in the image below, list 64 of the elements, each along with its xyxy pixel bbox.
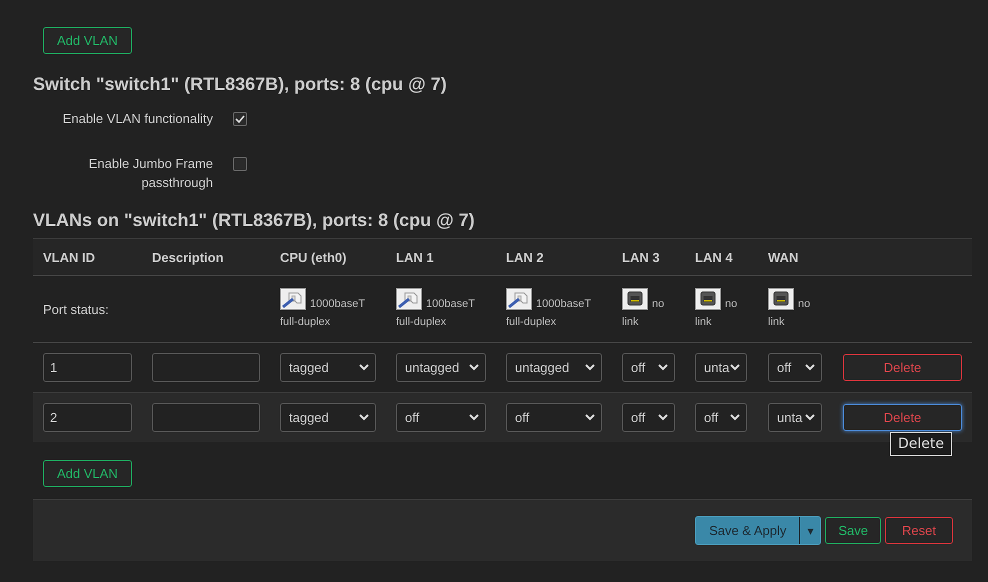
port-select[interactable]: off [396,403,486,432]
port-select[interactable]: off [622,353,675,382]
save-button[interactable]: Save [825,517,882,544]
column-header: CPU (eth0) [280,250,348,264]
chevron-down-icon [730,414,740,421]
checkbox[interactable] [233,112,247,126]
port-select[interactable]: untagged [396,353,486,382]
chevron-down-icon [359,364,369,371]
option-label: Enable Jumbo Frame passthrough [88,155,213,192]
option-label: Enable VLAN functionality [62,110,213,128]
port-duplex: full-duplex [396,316,448,328]
description-field[interactable] [152,353,260,382]
port-speed: no [725,298,738,310]
chevron-down-icon [805,364,815,371]
port-duplex: link [695,316,713,328]
port-duplex: link [768,316,786,328]
tooltip: Delete [890,432,952,456]
port-speed: no [798,298,810,310]
port-select[interactable]: untagged [506,353,602,382]
chevron-down-icon [658,364,668,371]
port-duplex: link [622,316,640,328]
column-header: LAN 2 [506,250,545,264]
delete-button[interactable]: Delete [843,354,962,381]
reset-button[interactable]: Reset [885,517,953,544]
column-header: Description [152,250,225,264]
chevron-down-icon [359,414,369,421]
add-vlan-button[interactable]: Add VLAN [43,27,132,54]
port-select[interactable]: off [768,353,822,382]
add-vlan-button[interactable]: Add VLAN [43,460,132,487]
row-label: Port status: [43,302,110,316]
port-select[interactable]: off [695,403,747,432]
delete-button[interactable]: Delete [843,404,962,431]
checkbox[interactable] [233,157,247,171]
port-speed: 1000baseT [536,298,592,310]
chevron-down-icon [805,414,815,421]
port-speed: no [652,298,664,310]
chevron-down-icon [469,364,479,371]
column-header: LAN 3 [622,250,661,264]
vlan-id-field[interactable]: 2 [43,403,132,432]
port-speed: 100baseT [426,298,475,310]
dropdown-toggle[interactable]: ▾ [799,517,820,544]
column-header: VLAN ID [43,250,96,264]
chevron-down-icon [730,364,740,371]
port-select[interactable]: off [622,403,675,432]
port-select[interactable]: tagged [280,403,376,432]
port-speed: 1000baseT [310,298,366,310]
port-select[interactable]: unta [768,403,822,432]
port-select[interactable]: unta [695,353,747,382]
section-title: VLANs on "switch1" (RTL8367B), ports: 8 (cpu @ 7) [33,209,476,231]
chevron-down-icon [469,414,479,421]
chevron-down-icon [658,414,668,421]
section-title: Switch "switch1" (RTL8367B), ports: 8 (cpu @ 7) [33,73,448,95]
column-header: LAN 1 [396,250,435,264]
chevron-down-icon [585,364,595,371]
column-header: WAN [768,250,800,264]
save-apply-button[interactable]: Save & Apply ▾ [695,516,822,545]
description-field[interactable] [152,403,260,432]
vlan-id-field[interactable]: 1 [43,353,132,382]
port-select[interactable]: off [506,403,602,432]
port-select[interactable]: tagged [280,353,376,382]
port-duplex: full-duplex [506,316,558,328]
chevron-down-icon [585,414,595,421]
port-duplex: full-duplex [280,316,332,328]
column-header: LAN 4 [695,250,734,264]
